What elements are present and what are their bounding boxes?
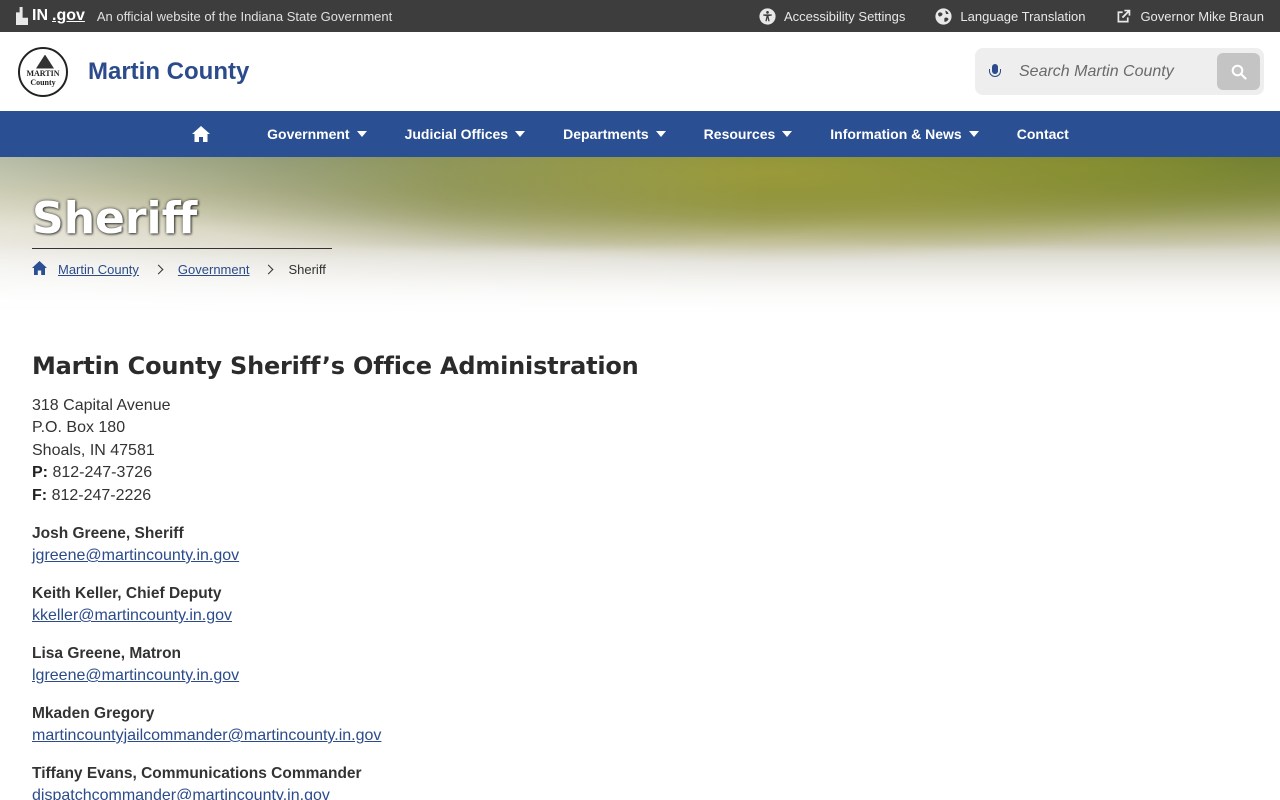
nav-item-information-news[interactable]: Information & News <box>830 126 979 142</box>
martin-county-seal-logo[interactable]: MARTIN County <box>18 46 68 97</box>
governor-link-label: Governor Mike Braun <box>1140 8 1264 24</box>
address-line: Shoals, IN 47581 <box>32 441 155 459</box>
chevron-right-icon <box>153 264 164 275</box>
chevron-right-icon <box>264 264 274 275</box>
breadcrumb-home-icon[interactable] <box>32 261 47 278</box>
nav-item-label: Judicial Offices <box>404 126 509 142</box>
globe-icon <box>935 7 952 25</box>
search-button[interactable] <box>1217 53 1260 90</box>
nav-item-label: Government <box>267 126 350 142</box>
official-website-text: An official website of the Indiana State… <box>96 8 393 24</box>
main-content: Martin County Sheriff’s Office Administr… <box>0 315 1280 800</box>
caret-down-icon <box>515 131 526 137</box>
breadcrumb-link-government[interactable]: Government <box>178 262 250 277</box>
site-header: MARTIN County Martin County <box>0 32 1280 111</box>
tree-icon <box>36 54 54 69</box>
nav-item-resources[interactable]: Resources <box>704 126 793 142</box>
indiana-flame-icon <box>16 7 28 25</box>
staff-entry: Lisa Greene, Matron lgreene@martincounty… <box>32 643 1248 687</box>
address-line: 318 Capital Avenue <box>32 397 171 414</box>
language-translation-label: Language Translation <box>960 8 1086 24</box>
nav-item-label: Contact <box>1016 126 1069 142</box>
staff-entry: Mkaden Gregory martincountyjailcommander… <box>32 703 1248 747</box>
external-link-icon <box>1117 9 1131 22</box>
language-translation-link[interactable]: Language Translation <box>935 7 1086 25</box>
staff-entry: Tiffany Evans, Communications Commander … <box>32 763 1248 800</box>
nav-item-departments[interactable]: Departments <box>563 126 666 142</box>
in-gov-logo-text: IN <box>32 7 48 24</box>
section-heading: Martin County Sheriff’s Office Administr… <box>32 352 639 380</box>
staff-entry: Josh Greene, Sheriff jgreene@martincount… <box>32 523 1248 567</box>
phone-number: 812-247-3726 <box>52 464 153 482</box>
nav-item-contact[interactable]: Contact <box>1017 126 1069 142</box>
staff-name: Mkaden Gregory <box>32 705 155 723</box>
nav-item-label: Information & News <box>830 126 962 142</box>
accessibility-settings-label: Accessibility Settings <box>784 8 906 24</box>
nav-item-judicial-offices[interactable]: Judicial Offices <box>404 126 526 142</box>
gov-bar: IN .gov An official website of the Indian… <box>0 0 1280 32</box>
title-divider <box>32 248 332 249</box>
breadcrumb-current: Sheriff <box>288 262 326 277</box>
caret-down-icon <box>356 131 367 137</box>
staff-email-link[interactable]: dispatchcommander@martincounty.in.gov <box>32 785 330 800</box>
fax-number: 812-247-2226 <box>51 486 152 504</box>
staff-email-link[interactable]: kkeller@martincounty.in.gov <box>32 605 232 627</box>
address-line: P.O. Box 180 <box>32 419 126 437</box>
in-gov-logo-suffix: .gov <box>52 7 85 24</box>
page-title: Sheriff <box>32 193 198 244</box>
caret-down-icon <box>968 131 979 137</box>
staff-email-link[interactable]: lgreene@martincounty.in.gov <box>32 665 239 687</box>
fax-line: F: 812-247-2226 <box>32 485 1248 507</box>
main-navigation: Government Judicial Offices Departments … <box>0 111 1280 157</box>
caret-down-icon <box>655 131 666 137</box>
home-icon <box>192 126 211 142</box>
seal-text: MARTIN County <box>26 68 60 87</box>
search-bar <box>975 48 1264 95</box>
address-block: 318 Capital Avenue P.O. Box 180 Shoals, … <box>32 395 1248 507</box>
staff-entry: Keith Keller, Chief Deputy kkeller@marti… <box>32 583 1248 627</box>
nav-item-label: Resources <box>703 126 776 142</box>
nav-home-button[interactable] <box>192 126 211 142</box>
caret-down-icon <box>782 131 793 137</box>
nav-item-label: Departments <box>563 126 649 142</box>
nav-item-government[interactable]: Government <box>267 126 367 142</box>
staff-name: Josh Greene, Sheriff <box>32 525 184 543</box>
hero-banner: Sheriff Martin County Government Sheriff <box>0 157 1280 315</box>
microphone-icon[interactable] <box>989 63 1001 80</box>
accessibility-settings-link[interactable]: Accessibility Settings <box>759 7 906 25</box>
phone-label: P: <box>32 464 48 482</box>
site-title[interactable]: Martin County <box>88 58 249 86</box>
staff-name: Keith Keller, Chief Deputy <box>32 585 222 603</box>
fax-label: F: <box>32 486 48 504</box>
accessibility-icon <box>759 7 776 25</box>
governor-link[interactable]: Governor Mike Braun <box>1115 8 1264 25</box>
breadcrumb-link-martin-county[interactable]: Martin County <box>58 262 139 277</box>
search-input[interactable] <box>1019 62 1209 81</box>
staff-name: Lisa Greene, Matron <box>32 645 182 663</box>
breadcrumb: Martin County Government Sheriff <box>32 261 326 278</box>
search-icon <box>1231 64 1247 80</box>
phone-line: P: 812-247-3726 <box>32 462 1248 484</box>
in-gov-logo[interactable]: IN .gov <box>16 7 85 25</box>
staff-list: Josh Greene, Sheriff jgreene@martincount… <box>32 523 1248 800</box>
staff-email-link[interactable]: jgreene@martincounty.in.gov <box>32 545 239 567</box>
staff-email-link[interactable]: martincountyjailcommander@martincounty.i… <box>32 725 381 747</box>
staff-name: Tiffany Evans, Communications Commander <box>32 765 362 783</box>
